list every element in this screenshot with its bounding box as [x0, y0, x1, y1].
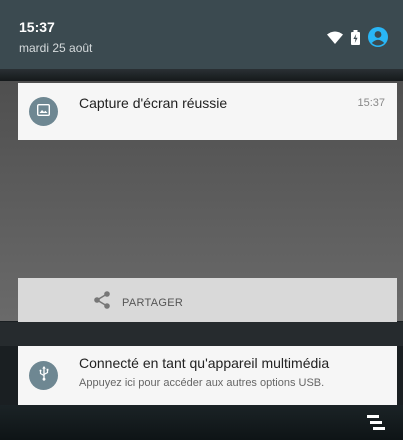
wifi-icon — [327, 31, 343, 49]
share-button[interactable]: PARTAGER — [92, 290, 183, 315]
status-icons — [327, 27, 388, 52]
usb-notification-subtitle: Appuyez ici pour accéder aux autres opti… — [79, 377, 325, 389]
screenshot-notification-title: Capture d'écran réussie — [79, 95, 228, 111]
usb-app-badge — [29, 361, 58, 390]
screenshot-preview[interactable] — [18, 140, 397, 278]
share-label: PARTAGER — [122, 296, 184, 309]
battery-charging-icon — [351, 29, 360, 50]
image-icon — [36, 103, 51, 121]
share-icon — [92, 290, 112, 315]
status-time: 15:37 — [19, 19, 55, 35]
screenshot-app-badge — [29, 97, 58, 126]
usb-icon — [39, 365, 49, 386]
clear-all-icon[interactable] — [367, 415, 387, 438]
screenshot-notification-time: 15:37 — [357, 97, 385, 109]
usb-notification-title: Connecté en tant qu'appareil multimédia — [79, 355, 330, 371]
screenshot-notification[interactable]: Capture d'écran réussie 15:37 — [18, 83, 397, 140]
account-icon[interactable] — [368, 27, 388, 52]
screenshot-actions: PARTAGER — [18, 278, 397, 322]
header-shadow — [0, 69, 403, 81]
usb-notification[interactable]: Connecté en tant qu'appareil multimédia … — [18, 346, 397, 405]
shade-bottom — [0, 405, 403, 440]
status-date[interactable]: mardi 25 août — [19, 41, 92, 55]
notification-divider — [0, 322, 403, 346]
status-header: 15:37 mardi 25 août — [0, 0, 403, 69]
